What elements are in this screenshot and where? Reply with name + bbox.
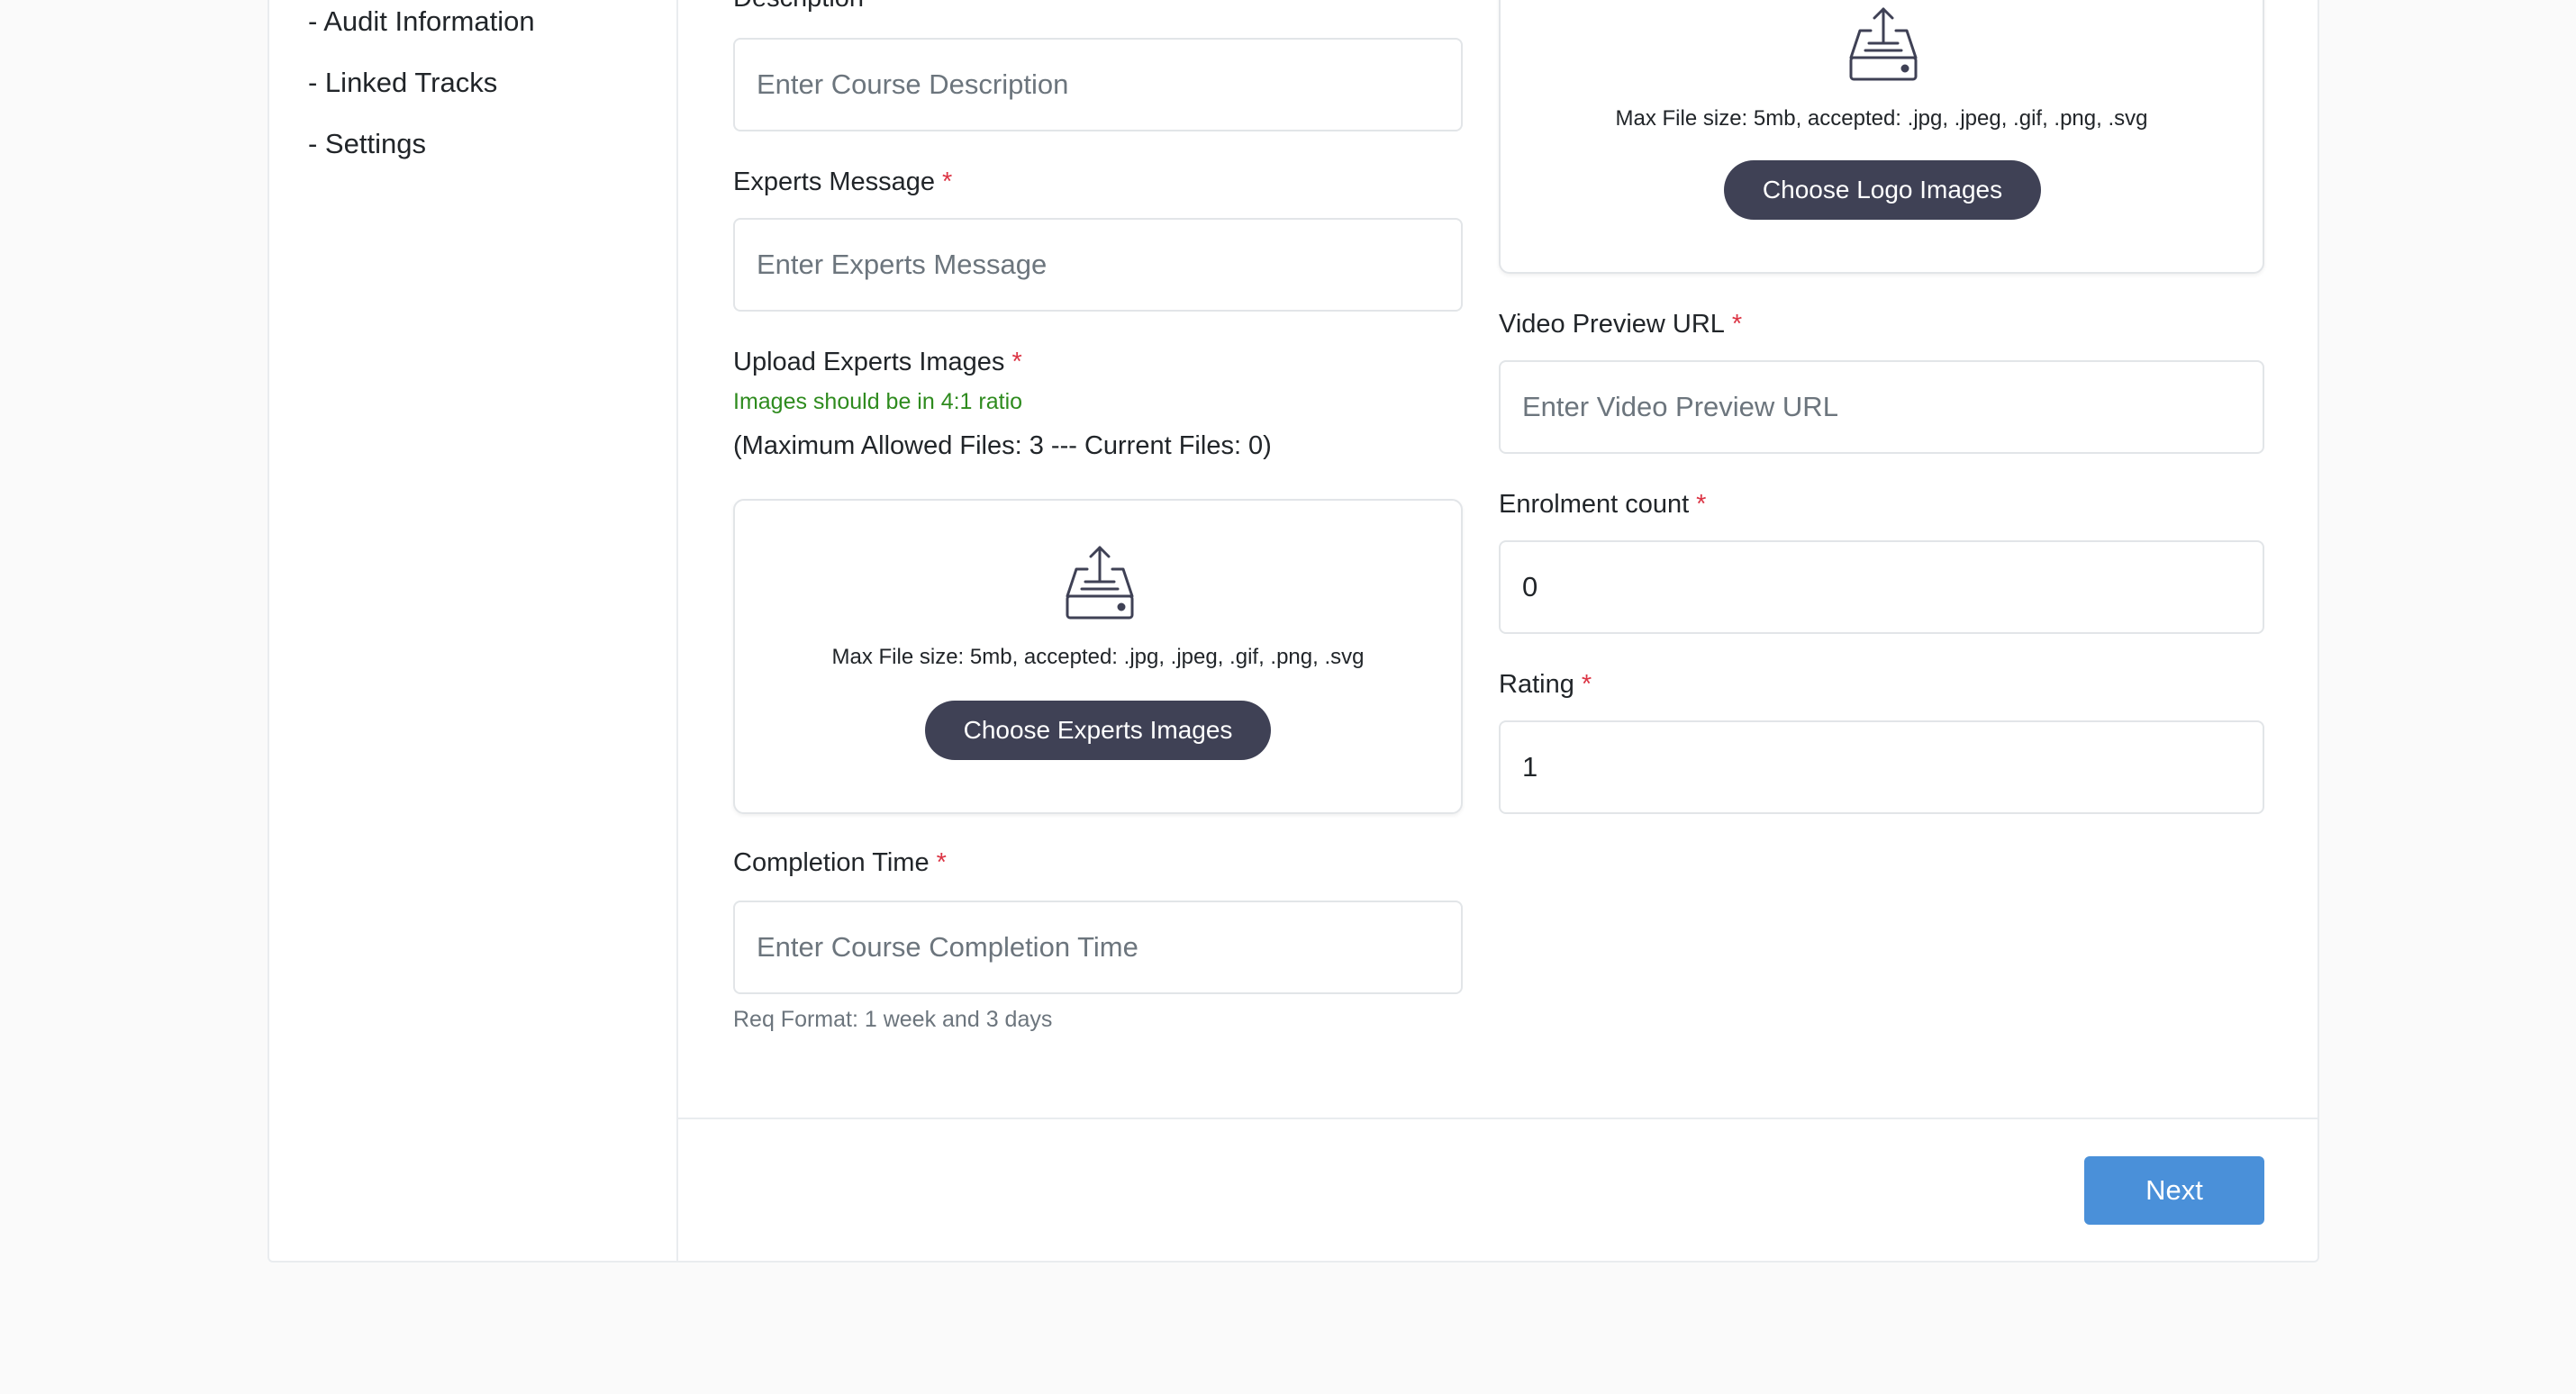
description-label: Description* [733,0,881,14]
experts-images-dropzone[interactable]: Max File size: 5mb, accepted: .jpg, .jpe… [733,499,1463,814]
upload-icon [1066,546,1134,620]
next-button[interactable]: Next [2084,1156,2264,1225]
logo-images-dropzone[interactable]: Max File size: 5mb, accepted: .jpg, .jpe… [1499,0,2264,274]
enrolment-count-label: Enrolment count * [1499,490,1707,519]
video-preview-url-label: Video Preview URL * [1499,310,1743,339]
enrolment-count-input[interactable] [1499,540,2264,634]
footer-divider [678,1118,2319,1119]
logo-upload-note: Max File size: 5mb, accepted: .jpg, .jpe… [1615,106,2148,131]
sidebar-item-audit-information[interactable]: - Audit Information [308,5,535,38]
completion-time-label: Completion Time * [733,848,947,877]
choose-experts-images-button[interactable]: Choose Experts Images [925,701,1271,760]
video-preview-url-input[interactable] [1499,360,2264,454]
rating-label: Rating * [1499,670,1592,699]
sidebar-item-linked-tracks[interactable]: - Linked Tracks [308,67,497,99]
completion-time-input[interactable] [733,901,1463,994]
choose-logo-images-button[interactable]: Choose Logo Images [1724,160,2041,220]
upload-experts-images-label: Upload Experts Images * [733,348,1022,376]
sidebar-item-settings[interactable]: - Settings [308,128,426,160]
sidebar [268,0,678,1261]
upload-icon [1849,7,1918,81]
completion-format-hint: Req Format: 1 week and 3 days [733,1007,1053,1032]
experts-message-label: Experts Message * [733,167,953,196]
description-input[interactable] [733,38,1463,131]
file-count-info: (Maximum Allowed Files: 3 --- Current Fi… [733,431,1272,460]
experts-upload-note: Max File size: 5mb, accepted: .jpg, .jpe… [831,645,1365,669]
experts-message-input[interactable] [733,218,1463,312]
rating-input[interactable] [1499,720,2264,814]
image-ratio-hint: Images should be in 4:1 ratio [733,389,1023,414]
